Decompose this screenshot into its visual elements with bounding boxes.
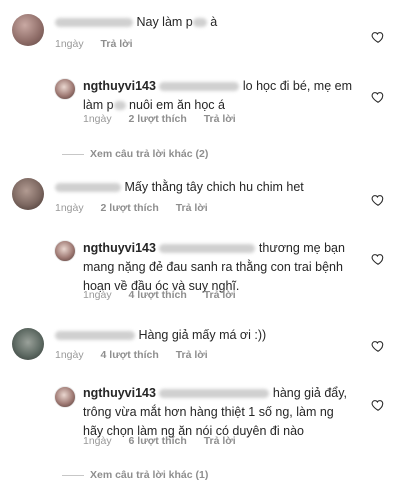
- reply-time: 1ngày: [83, 113, 112, 125]
- avatar[interactable]: [54, 78, 76, 100]
- heart-outline-icon[interactable]: [371, 193, 385, 207]
- username[interactable]: ngthuyvi143: [83, 241, 156, 255]
- heart-outline-icon[interactable]: [371, 90, 385, 104]
- avatar[interactable]: [12, 178, 44, 210]
- heart-outline-icon[interactable]: [371, 398, 385, 412]
- comment-text: Hàng giả mấy má ơi :)): [55, 326, 266, 345]
- avatar[interactable]: [54, 386, 76, 408]
- username[interactable]: ngthuyvi143: [83, 386, 156, 400]
- reply-text: ngthuyvi143 lo học đi bé, mẹ em làm p nu…: [83, 79, 352, 112]
- reply-meta: 1ngày 2 lượt thích Trả lời: [83, 113, 250, 125]
- comment-3: Hàng giả mấy má ơi :)) 1ngày 4 lượt thíc…: [0, 322, 405, 368]
- avatar[interactable]: [54, 240, 76, 262]
- blurred-username: [55, 183, 121, 193]
- username[interactable]: ngthuyvi143: [83, 79, 156, 93]
- reply-1: ngthuyvi143 lo học đi bé, mẹ em làm p nu…: [0, 64, 405, 134]
- blurred-mention: [159, 82, 240, 92]
- divider: [62, 153, 84, 155]
- comment-time: 1ngày: [55, 202, 84, 214]
- avatar[interactable]: [12, 14, 44, 46]
- blurred-mention: [159, 244, 256, 254]
- blurred-username: [55, 331, 135, 341]
- heart-outline-icon[interactable]: [371, 30, 385, 44]
- comment-meta: 1ngày Trả lời: [55, 38, 147, 50]
- heart-outline-icon[interactable]: [371, 339, 385, 353]
- view-more-replies-button[interactable]: Xem câu trả lời khác (1): [62, 469, 208, 481]
- comment-1: Nay làm p à 1ngày Trả lời: [0, 0, 405, 60]
- blurred-text: [192, 18, 207, 28]
- heart-outline-icon[interactable]: [371, 252, 385, 266]
- reply-3: ngthuyvi143 hàng giả đẩy, trông vừa mắt …: [0, 378, 405, 458]
- reply-button[interactable]: Trả lời: [101, 38, 133, 50]
- comment-2: Mấy thằng tây chich hu chim het 1ngày 2 …: [0, 172, 405, 222]
- likes-count[interactable]: 4 lượt thích: [129, 289, 187, 301]
- reply-meta: 1ngày 6 lượt thích Trả lời: [83, 435, 250, 447]
- blurred-username: [55, 18, 133, 28]
- reply-time: 1ngày: [83, 289, 112, 301]
- blurred-mention: [159, 389, 270, 399]
- blurred-text: [113, 101, 126, 111]
- reply-button[interactable]: Trả lời: [204, 435, 236, 447]
- reply-2: ngthuyvi143 thương mẹ bạn mang nặng đẻ đ…: [0, 232, 405, 312]
- reply-button[interactable]: Trả lời: [176, 349, 208, 361]
- comment-time: 1ngày: [55, 349, 84, 361]
- reply-text: ngthuyvi143 hàng giả đẩy, trông vừa mắt …: [83, 386, 348, 438]
- likes-count[interactable]: 6 lượt thích: [129, 435, 187, 447]
- likes-count[interactable]: 4 lượt thích: [101, 349, 159, 361]
- comment-meta: 1ngày 4 lượt thích Trả lời: [55, 349, 222, 361]
- comment-time: 1ngày: [55, 38, 84, 50]
- reply-button[interactable]: Trả lời: [176, 202, 208, 214]
- reply-button[interactable]: Trả lời: [204, 289, 236, 301]
- comment-meta: 1ngày 2 lượt thích Trả lời: [55, 202, 222, 214]
- reply-meta: 1ngày 4 lượt thích Trả lời: [83, 289, 250, 301]
- avatar[interactable]: [12, 328, 44, 360]
- view-more-replies-button[interactable]: Xem câu trả lời khác (2): [62, 148, 208, 160]
- reply-time: 1ngày: [83, 435, 112, 447]
- likes-count[interactable]: 2 lượt thích: [101, 202, 159, 214]
- comment-text: Nay làm p à: [55, 13, 217, 32]
- reply-button[interactable]: Trả lời: [204, 113, 236, 125]
- comment-text: Mấy thằng tây chich hu chim het: [55, 178, 304, 197]
- likes-count[interactable]: 2 lượt thích: [129, 113, 187, 125]
- reply-text: ngthuyvi143 thương mẹ bạn mang nặng đẻ đ…: [83, 241, 345, 293]
- divider: [62, 474, 84, 476]
